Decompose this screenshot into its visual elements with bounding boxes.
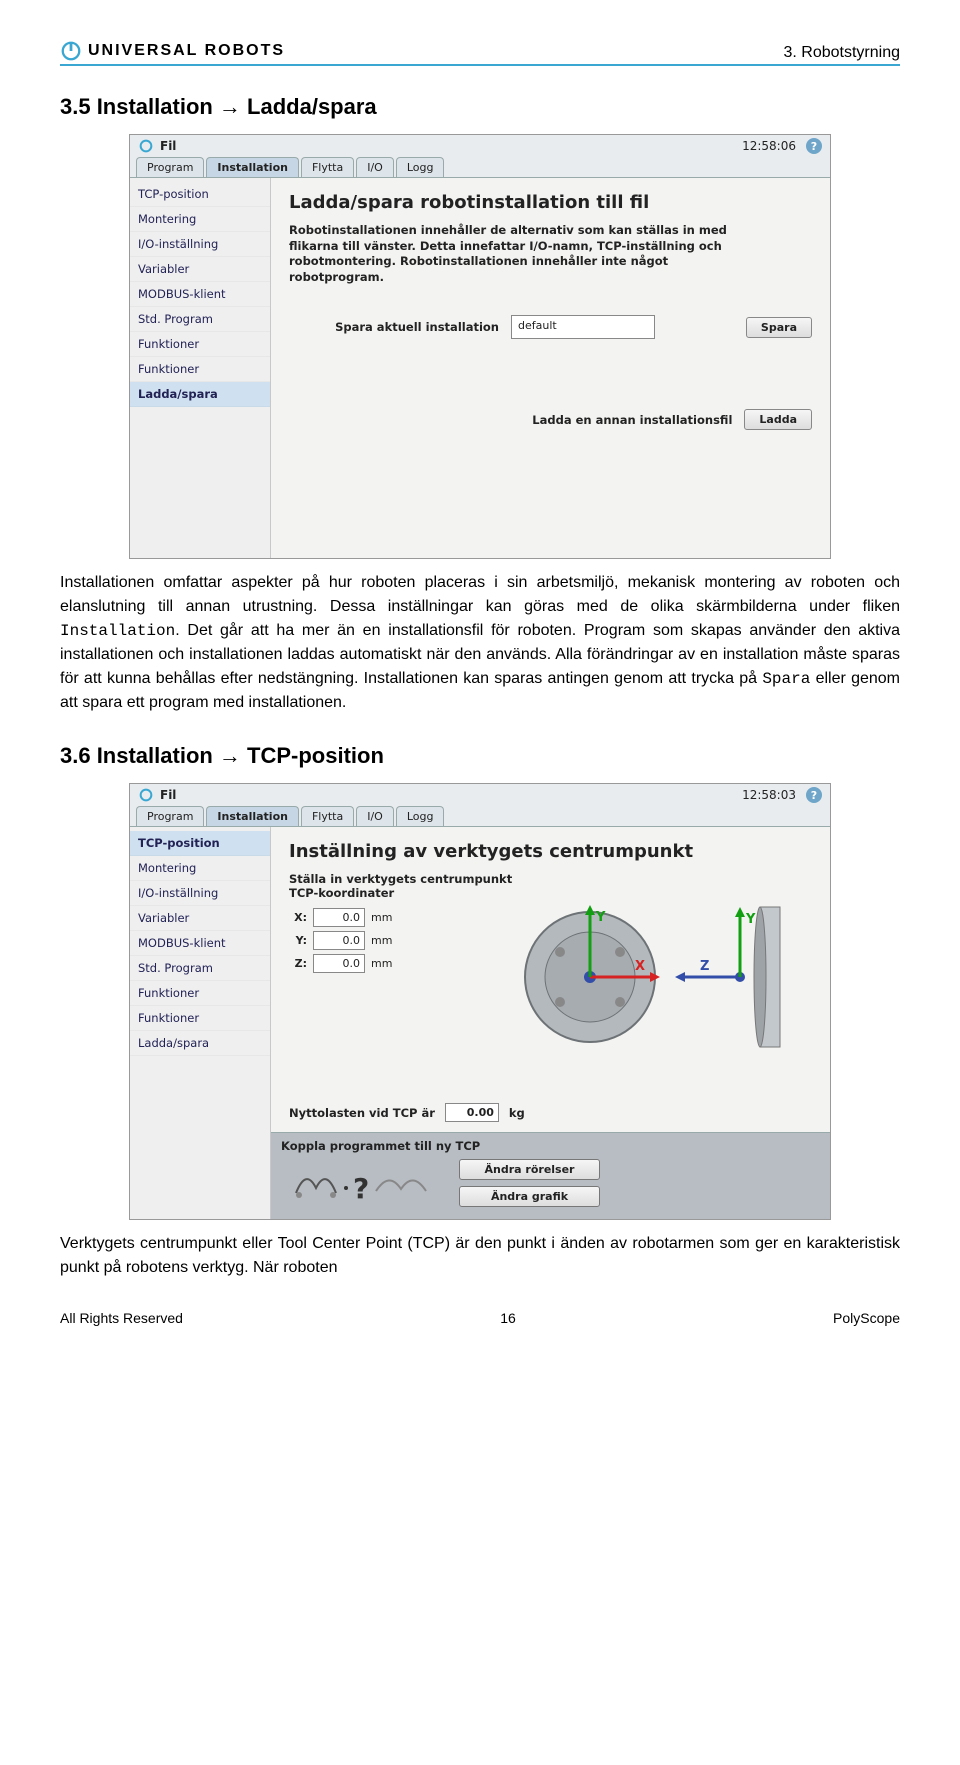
chapter-reference: 3. Robotstyrning — [783, 44, 900, 62]
help-icon[interactable]: ? — [806, 138, 822, 154]
ur-logo-icon — [138, 138, 154, 154]
coord-z-input[interactable]: 0.0 — [313, 954, 365, 973]
change-graphics-button[interactable]: Ändra grafik — [459, 1186, 600, 1207]
coord-x-label: X: — [289, 911, 307, 924]
screenshot-load-save: Fil 12:58:06 ? Program Installation Flyt… — [129, 134, 831, 559]
coord-z-unit: mm — [371, 957, 392, 970]
clock-time: 12:58:06 — [742, 139, 796, 153]
screenshot-tcp-position: Fil 12:58:03 ? Program Installation Flyt… — [129, 783, 831, 1220]
sidebar-item-funktioner1[interactable]: Funktioner — [130, 332, 270, 357]
subtitle-1: Ställa in verktygets centrumpunkt — [289, 872, 812, 886]
tab-flytta[interactable]: Flytta — [301, 157, 354, 177]
tab-io[interactable]: I/O — [356, 157, 394, 177]
svg-text:Y: Y — [745, 912, 756, 927]
svg-text:Y: Y — [595, 910, 606, 925]
panel-title: Ladda/spara robotinstallation till fil — [289, 192, 812, 213]
path-scribble-icon: ? — [291, 1163, 441, 1203]
sidebar-item-montering[interactable]: Montering — [130, 856, 270, 881]
tab-program[interactable]: Program — [136, 157, 204, 177]
payload-input[interactable]: 0.00 — [445, 1103, 499, 1122]
sidebar-item-tcp[interactable]: TCP-position — [130, 182, 270, 207]
tab-installation[interactable]: Installation — [206, 806, 299, 826]
section-36-paragraph: Verktygets centrumpunkt eller Tool Cente… — [60, 1232, 900, 1280]
page-footer: All Rights Reserved 16 PolyScope — [60, 1310, 900, 1326]
section-35-heading: 3.5 Installation → Ladda/spara — [60, 94, 900, 120]
tab-program[interactable]: Program — [136, 806, 204, 826]
section-35-paragraph: Installationen omfattar aspekter på hur … — [60, 571, 900, 715]
sidebar-item-ladda-spara[interactable]: Ladda/spara — [130, 1031, 270, 1056]
sidebar-item-modbus[interactable]: MODBUS-klient — [130, 931, 270, 956]
load-button[interactable]: Ladda — [744, 409, 812, 430]
tab-installation[interactable]: Installation — [206, 157, 299, 177]
sidebar-item-modbus[interactable]: MODBUS-klient — [130, 282, 270, 307]
tab-logg[interactable]: Logg — [396, 806, 445, 826]
svg-text:X: X — [635, 959, 645, 974]
coord-z-label: Z: — [289, 957, 307, 970]
sidebar-item-variabler[interactable]: Variabler — [130, 257, 270, 282]
coord-y-input[interactable]: 0.0 — [313, 931, 365, 950]
sidebar-item-funktioner2[interactable]: Funktioner — [130, 1006, 270, 1031]
sidebar-item-variabler[interactable]: Variabler — [130, 906, 270, 931]
sidebar-item-stdprogram[interactable]: Std. Program — [130, 956, 270, 981]
sidebar-item-io[interactable]: I/O-inställning — [130, 881, 270, 906]
footer-page: 16 — [500, 1310, 516, 1326]
menu-file[interactable]: Fil — [160, 139, 176, 153]
tab-logg[interactable]: Logg — [396, 157, 445, 177]
sidebar-item-funktioner1[interactable]: Funktioner — [130, 981, 270, 1006]
sidebar-item-funktioner2[interactable]: Funktioner — [130, 357, 270, 382]
footer-left: All Rights Reserved — [60, 1310, 183, 1326]
sidebar-item-io[interactable]: I/O-inställning — [130, 232, 270, 257]
main-tabs: Program Installation Flytta I/O Logg — [130, 806, 830, 826]
sidebar-item-ladda-spara[interactable]: Ladda/spara — [130, 382, 270, 407]
change-moves-button[interactable]: Ändra rörelser — [459, 1159, 600, 1180]
tcp-diagram-icon: X Y Z Y — [500, 887, 810, 1067]
brand-logo-icon — [60, 40, 82, 62]
brand: UNIVERSAL ROBOTS — [60, 40, 285, 62]
coord-y-unit: mm — [371, 934, 392, 947]
save-label: Spara aktuell installation — [289, 320, 499, 334]
coord-y-label: Y: — [289, 934, 307, 947]
sidebar-item-montering[interactable]: Montering — [130, 207, 270, 232]
payload-label: Nyttolasten vid TCP är — [289, 1106, 435, 1120]
sidebar-item-stdprogram[interactable]: Std. Program — [130, 307, 270, 332]
ur-logo-icon — [138, 787, 154, 803]
sidebar: TCP-position Montering I/O-inställning V… — [130, 827, 271, 1219]
tab-io[interactable]: I/O — [356, 806, 394, 826]
footer-right: PolyScope — [833, 1310, 900, 1326]
main-tabs: Program Installation Flytta I/O Logg — [130, 157, 830, 177]
brand-text: UNIVERSAL ROBOTS — [88, 42, 285, 60]
svg-text:Z: Z — [700, 959, 709, 974]
coord-x-unit: mm — [371, 911, 392, 924]
page-header: UNIVERSAL ROBOTS 3. Robotstyrning — [60, 40, 900, 66]
clock-time: 12:58:03 — [742, 788, 796, 802]
panel-title: Inställning av verktygets centrumpunkt — [289, 841, 812, 862]
section-36-heading: 3.6 Installation → TCP-position — [60, 743, 900, 769]
panel-description: Robotinstallationen innehåller de altern… — [289, 223, 759, 285]
save-button[interactable]: Spara — [746, 317, 812, 338]
payload-unit: kg — [509, 1106, 525, 1120]
coord-x-input[interactable]: 0.0 — [313, 908, 365, 927]
load-label: Ladda en annan installationsfil — [532, 413, 732, 427]
tab-flytta[interactable]: Flytta — [301, 806, 354, 826]
help-icon[interactable]: ? — [806, 787, 822, 803]
menu-file[interactable]: Fil — [160, 788, 176, 802]
sidebar: TCP-position Montering I/O-inställning V… — [130, 178, 271, 558]
save-name-input[interactable]: default — [511, 315, 655, 339]
couple-title: Koppla programmet till ny TCP — [281, 1139, 480, 1153]
sidebar-item-tcp[interactable]: TCP-position — [130, 831, 270, 856]
svg-text:?: ? — [353, 1172, 369, 1203]
